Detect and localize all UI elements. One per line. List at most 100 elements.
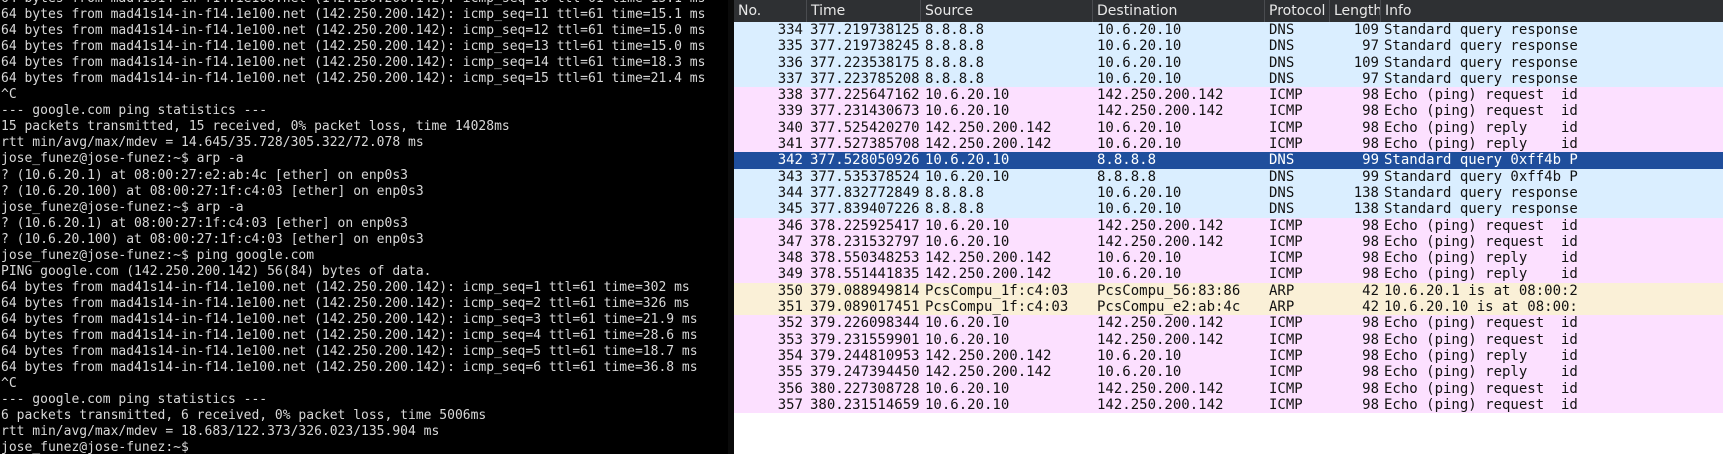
packet-info: Standard query 0xff4b P (1384, 152, 1578, 169)
terminal-line: --- google.com ping statistics --- (1, 103, 268, 119)
packet-row[interactable]: 344 377.832772849 8.8.8.8 10.6.20.10 DNS 138 S… (734, 184, 1723, 202)
packet-source: 8.8.8.8 (925, 201, 985, 218)
packet-no: 351 (777, 299, 803, 316)
packet-length: 99 (1362, 168, 1379, 185)
packet-info: Echo (ping) request id (1384, 87, 1578, 104)
packet-time: 377.223538175 (810, 54, 920, 71)
packet-row[interactable]: 357 380.231514659 10.6.20.10 142.250.200.14… (734, 396, 1723, 414)
column-header-info[interactable]: Info (1381, 0, 1723, 22)
packet-length: 98 (1362, 87, 1379, 104)
packet-destination: 142.250.200.142 (1097, 380, 1224, 397)
packet-row[interactable]: 352 379.226098344 10.6.20.10 142.250.200.14… (734, 315, 1723, 332)
packet-row[interactable]: 340 377.525420270 142.250.200.142 10.6.20.1… (734, 119, 1723, 137)
column-header-destination[interactable]: Destination (1093, 0, 1265, 22)
packet-protocol: ICMP (1269, 266, 1303, 283)
terminal-line: ? (10.6.20.1) at 08:00:27:1f:c4:03 [ethe… (1, 215, 408, 231)
packet-no: 338 (777, 87, 803, 104)
packet-info: Echo (ping) request id (1384, 233, 1578, 250)
packet-info: Echo (ping) request id (1384, 331, 1578, 348)
packet-row[interactable]: 337 377.223785208 8.8.8.8 10.6.20.10 DNS 97 St… (734, 70, 1723, 88)
packet-no: 341 (777, 136, 803, 153)
packet-row[interactable]: 345 377.839407226 8.8.8.8 10.6.20.10 DNS 138 S… (734, 201, 1723, 218)
packet-row[interactable]: 351 379.089017451 PcsCompu_1f:c4:03 PcsComp… (734, 299, 1723, 316)
packet-row[interactable]: 342 377.528050926 10.6.20.10 8.8.8.8 DNS 99 St… (734, 152, 1723, 169)
packet-time: 377.535378524 (810, 168, 920, 185)
packet-info: Echo (ping) request id (1384, 396, 1578, 413)
packet-source: 142.250.200.142 (925, 364, 1052, 381)
packet-info: Standard query response (1384, 54, 1578, 71)
packet-destination: 142.250.200.142 (1097, 233, 1224, 250)
column-header-length[interactable]: Length (1330, 0, 1381, 22)
packet-protocol: ICMP (1269, 250, 1303, 267)
packet-row[interactable]: 346 378.225925417 10.6.20.10 142.250.200.14… (734, 217, 1723, 234)
packet-source: 8.8.8.8 (925, 70, 985, 87)
packet-no: 356 (777, 380, 803, 397)
packet-protocol: DNS (1269, 184, 1295, 201)
terminal-line: ? (10.6.20.1) at 08:00:27:e2:ab:4c [ethe… (1, 167, 408, 183)
packet-info: Standard query 0xff4b P (1384, 168, 1578, 185)
packet-list-pane[interactable]: No. Time Source Destination Protocol Len… (734, 0, 1723, 454)
terminal-line: ? (10.6.20.100) at 08:00:27:1f:c4:03 [et… (1, 183, 424, 199)
column-header-no[interactable]: No. (734, 0, 807, 22)
packet-row[interactable]: 341 377.527385708 142.250.200.142 10.6.20.1… (734, 136, 1723, 153)
packet-length: 98 (1362, 347, 1379, 364)
packet-source: 8.8.8.8 (925, 184, 985, 201)
packet-destination: 8.8.8.8 (1097, 152, 1157, 169)
packet-row[interactable]: 349 378.551441835 142.250.200.142 10.6.20.1… (734, 266, 1723, 283)
packet-time: 377.219738125 (810, 22, 920, 38)
packet-protocol: ICMP (1269, 331, 1303, 348)
terminal-line: 64 bytes from mad41s14-in-f14.1e100.net … (1, 295, 690, 311)
packet-destination: 142.250.200.142 (1097, 103, 1224, 120)
packet-row[interactable]: 356 380.227308728 10.6.20.10 142.250.200.14… (734, 380, 1723, 397)
packet-destination: 8.8.8.8 (1097, 168, 1157, 185)
packet-source: 8.8.8.8 (925, 38, 985, 55)
packet-row[interactable]: 339 377.231430673 10.6.20.10 142.250.200.14… (734, 103, 1723, 120)
column-header-protocol[interactable]: Protocol (1265, 0, 1330, 22)
column-header-source[interactable]: Source (921, 0, 1093, 22)
packet-info: Standard query response (1384, 201, 1578, 218)
packet-row[interactable]: 347 378.231532797 10.6.20.10 142.250.200.14… (734, 233, 1723, 251)
packet-info: Standard query response (1384, 38, 1578, 55)
packet-time: 378.550348253 (810, 250, 920, 267)
packet-info: Echo (ping) reply id (1384, 347, 1578, 364)
packet-info: Echo (ping) reply id (1384, 119, 1578, 136)
terminal-pane[interactable]: 64 bytes from mad41s14-in-f14.1e100.net … (0, 0, 728, 454)
terminal-line: jose_funez@jose-funez:~$ arp -a (1, 199, 244, 215)
packet-destination: 10.6.20.10 (1097, 201, 1182, 218)
packet-no: 350 (777, 282, 803, 299)
packet-no: 334 (777, 22, 803, 38)
packet-length: 99 (1362, 152, 1379, 169)
packet-time: 378.551441835 (810, 266, 920, 283)
packet-row[interactable]: 336 377.223538175 8.8.8.8 10.6.20.10 DNS 109 S… (734, 54, 1723, 71)
terminal-line: rtt min/avg/max/mdev = 14.645/35.728/305… (1, 135, 424, 151)
packet-row[interactable]: 354 379.244810953 142.250.200.142 10.6.20.1… (734, 347, 1723, 365)
packet-row[interactable]: 338 377.225647162 10.6.20.10 142.250.200.14… (734, 87, 1723, 104)
packet-destination: 10.6.20.10 (1097, 70, 1182, 87)
terminal-line: 64 bytes from mad41s14-in-f14.1e100.net … (1, 7, 706, 23)
packet-time: 379.088949814 (810, 282, 920, 299)
packet-row[interactable]: 353 379.231559901 10.6.20.10 142.250.200.14… (734, 331, 1723, 348)
packet-source: 142.250.200.142 (925, 266, 1052, 283)
packet-row[interactable]: 335 377.219738245 8.8.8.8 10.6.20.10 DNS 97 St… (734, 38, 1723, 55)
packet-info: Echo (ping) request id (1384, 217, 1578, 234)
packet-protocol: DNS (1269, 54, 1295, 71)
packet-row[interactable]: 350 379.088949814 PcsCompu_1f:c4:03 PcsComp… (734, 282, 1723, 300)
packet-row[interactable]: 355 379.247394450 142.250.200.142 10.6.20.1… (734, 364, 1723, 381)
packet-row[interactable]: 334 377.219738125 8.8.8.8 10.6.20.10 DNS 109 S… (734, 22, 1723, 39)
packet-row[interactable]: 343 377.535378524 10.6.20.10 8.8.8.8 DNS 99 St… (734, 168, 1723, 185)
packet-info: Echo (ping) request id (1384, 103, 1578, 120)
packet-destination: 10.6.20.10 (1097, 184, 1182, 201)
packet-length: 97 (1362, 38, 1379, 55)
packet-no: 349 (777, 266, 803, 283)
packet-length: 109 (1353, 54, 1379, 71)
packet-time: 377.223785208 (810, 70, 920, 87)
packet-destination: 10.6.20.10 (1097, 136, 1182, 153)
packet-time: 378.231532797 (810, 233, 920, 250)
packet-protocol: ICMP (1269, 315, 1303, 332)
packet-protocol: ICMP (1269, 347, 1303, 364)
packet-time: 377.219738245 (810, 38, 920, 55)
packet-length: 98 (1362, 217, 1379, 234)
column-header-time[interactable]: Time (807, 0, 921, 22)
packet-row[interactable]: 348 378.550348253 142.250.200.142 10.6.20.1… (734, 250, 1723, 267)
packet-time: 377.231430673 (810, 103, 920, 120)
